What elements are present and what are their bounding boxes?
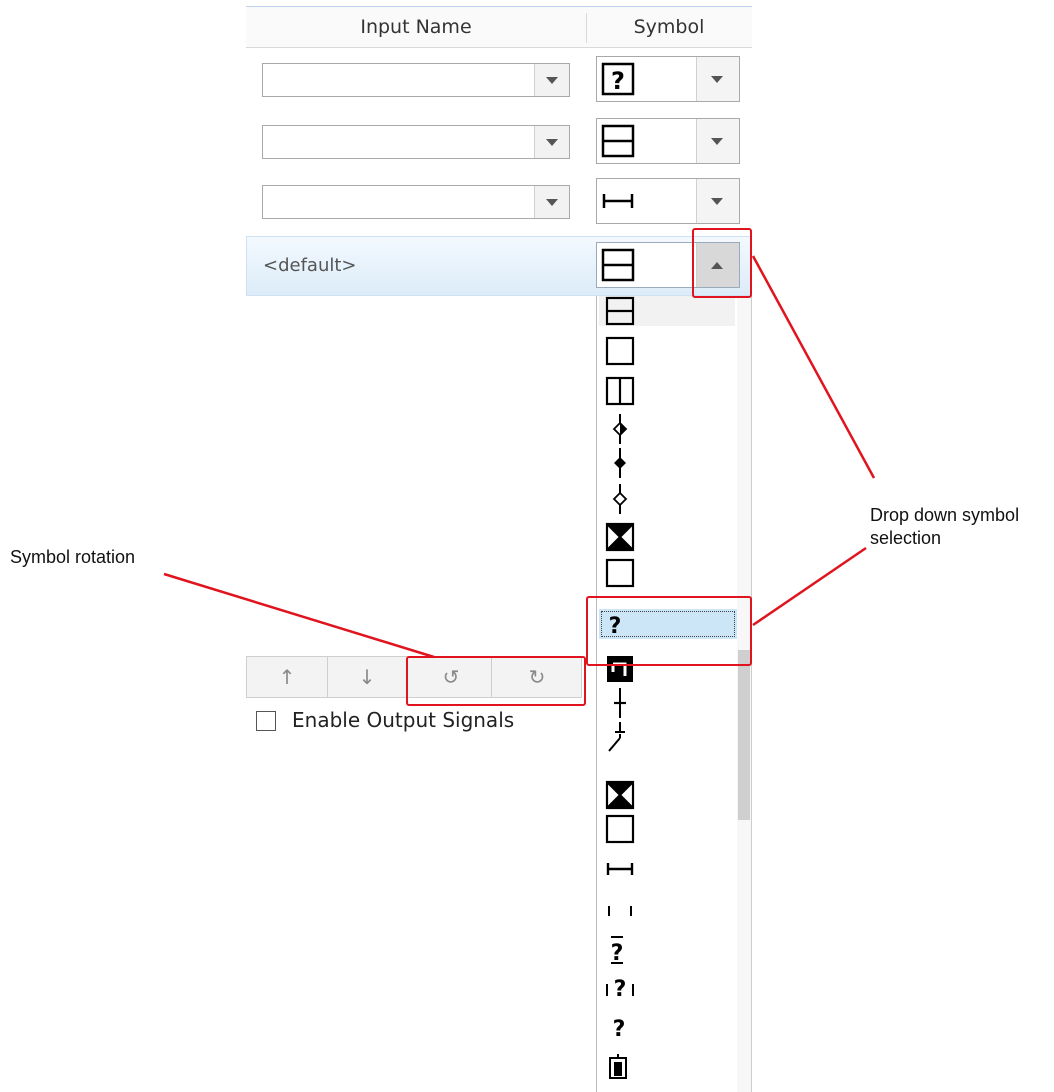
dropdown-annotation-line2: selection xyxy=(870,528,942,548)
symbol-rotation-annotation: Symbol rotation xyxy=(10,547,136,567)
dropdown-annotation-line1: Drop down symbol xyxy=(870,505,1020,525)
